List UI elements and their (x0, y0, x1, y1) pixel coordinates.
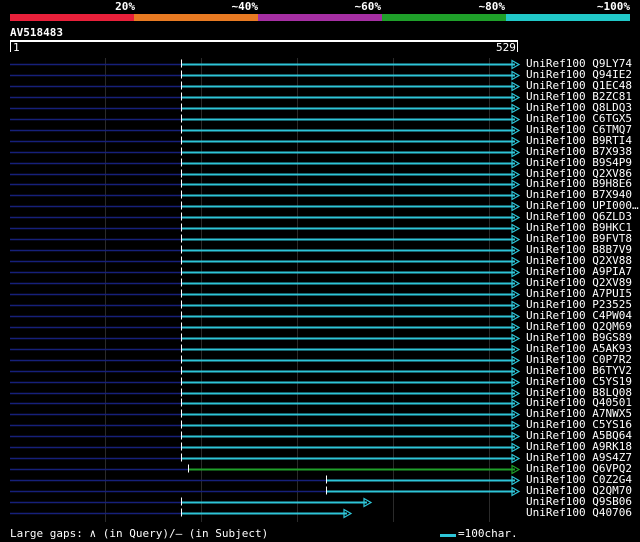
blast-graphic-overview: 20% ~40% ~60% ~80% ~100% AV518483 1 529 … (0, 0, 640, 542)
hit-bar[interactable] (181, 81, 521, 92)
hit-bar[interactable] (181, 497, 373, 508)
hit-bar[interactable] (181, 366, 521, 377)
hit-label-link[interactable]: UniRef100_UPI000… (526, 200, 640, 211)
hit-bar[interactable] (181, 398, 521, 409)
hit-label-link[interactable]: UniRef100_Q8LDQ3 (526, 102, 640, 113)
hit-label-link[interactable]: UniRef100_C4PW04 (526, 310, 640, 321)
hit-bar[interactable] (181, 311, 521, 322)
hit-bar[interactable] (181, 344, 521, 355)
hit-label-link[interactable]: UniRef100_C5YS16 (526, 419, 640, 430)
hit-bar[interactable] (188, 464, 521, 475)
hit-bar[interactable] (181, 508, 353, 519)
hit-label-link[interactable]: UniRef100_B7X940 (526, 189, 640, 200)
hit-bar[interactable] (181, 388, 521, 399)
hit-label-link[interactable]: UniRef100_A9PIA7 (526, 266, 640, 277)
hit-bar[interactable] (181, 70, 521, 81)
hit-bar[interactable] (181, 212, 521, 223)
hit-bar[interactable] (181, 92, 521, 103)
hit-label-link[interactable]: UniRef100_C0Z2G4 (526, 474, 640, 485)
hit-bar[interactable] (181, 59, 521, 70)
hit-bar[interactable] (181, 169, 521, 180)
hit-label-link[interactable]: UniRef100_B9S4P9 (526, 157, 640, 168)
hit-bar[interactable] (181, 377, 521, 388)
hit-label-link[interactable]: UniRef100_B7X938 (526, 146, 640, 157)
hit-bar[interactable] (181, 442, 521, 453)
hit-bar[interactable] (181, 114, 521, 125)
hit-label-link[interactable]: UniRef100_Q1EC48 (526, 80, 640, 91)
hit-label-link[interactable]: UniRef100_A5AK93 (526, 343, 640, 354)
hit-bar[interactable] (326, 475, 521, 486)
hit-label-link[interactable]: UniRef100_A9S4Z7 (526, 452, 640, 463)
hit-label-link[interactable]: UniRef100_B8B7V9 (526, 244, 640, 255)
hit-bar[interactable] (181, 453, 521, 464)
hit-bar[interactable] (181, 147, 521, 158)
hit-bar[interactable] (181, 179, 521, 190)
hit-label-link[interactable]: UniRef100_Q9LY74 (526, 58, 640, 69)
hit-bar[interactable] (181, 125, 521, 136)
hit-label-link[interactable]: UniRef100_Q6VPQ2 (526, 463, 640, 474)
hit-label-link[interactable]: UniRef100_C6TMQ7 (526, 124, 640, 135)
hit-bar[interactable] (181, 136, 521, 147)
hit-bar[interactable] (181, 300, 521, 311)
hit-label-link[interactable]: UniRef100_C6TGX5 (526, 113, 640, 124)
large-gaps-legend: Large gaps: ∧ (in Query)/— (in Subject) (10, 527, 269, 540)
hit-label-link[interactable]: UniRef100_B9H8E6 (526, 178, 640, 189)
hit-bar[interactable] (181, 431, 521, 442)
hit-bar[interactable] (181, 278, 521, 289)
hit-bar[interactable] (181, 333, 521, 344)
hit-label-link[interactable]: UniRef100_B6TYV2 (526, 365, 640, 376)
hit-bar[interactable] (181, 190, 521, 201)
hit-label-link[interactable]: UniRef100_Q2QM70 (526, 485, 640, 496)
hit-bar[interactable] (181, 223, 521, 234)
hit-bar[interactable] (326, 486, 521, 497)
hit-bar[interactable] (181, 245, 521, 256)
hit-label-link[interactable]: UniRef100_Q2XV88 (526, 255, 640, 266)
hit-label-link[interactable]: UniRef100_Q94IE2 (526, 69, 640, 80)
hit-label-link[interactable]: UniRef100_A7PUI5 (526, 288, 640, 299)
hit-label-link[interactable]: UniRef100_P23525 (526, 299, 640, 310)
scale-sample-bar (440, 534, 456, 537)
hit-bar[interactable] (181, 234, 521, 245)
hit-bar[interactable] (181, 201, 521, 212)
hit-label-link[interactable]: UniRef100_B2ZC81 (526, 91, 640, 102)
hit-label-link[interactable]: UniRef100_Q6ZLD3 (526, 211, 640, 222)
hit-bar[interactable] (181, 420, 521, 431)
hit-bar[interactable] (181, 289, 521, 300)
hit-label-link[interactable]: UniRef100_B9RTI4 (526, 135, 640, 146)
hit-label-link[interactable]: UniRef100_Q40501 (526, 397, 640, 408)
hit-bar[interactable] (181, 103, 521, 114)
hit-label-link[interactable]: UniRef100_Q9SB06 (526, 496, 640, 507)
hit-label-link[interactable]: UniRef100_A7NWX5 (526, 408, 640, 419)
hit-label-link[interactable]: UniRef100_Q2XV89 (526, 277, 640, 288)
hit-bar[interactable] (181, 409, 521, 420)
hit-label-link[interactable]: UniRef100_C5YS19 (526, 376, 640, 387)
hit-label-link[interactable]: UniRef100_A5BQ64 (526, 430, 640, 441)
hit-label-link[interactable]: UniRef100_A9RK18 (526, 441, 640, 452)
hit-label-link[interactable]: UniRef100_B9GS89 (526, 332, 640, 343)
hit-bar[interactable] (181, 322, 521, 333)
hit-label-link[interactable]: UniRef100_Q2QM69 (526, 321, 640, 332)
hit-label-link[interactable]: UniRef100_B9HKC1 (526, 222, 640, 233)
hit-bar[interactable] (181, 158, 521, 169)
hit-label-link[interactable]: UniRef100_B9FVT8 (526, 233, 640, 244)
hit-label-link[interactable]: UniRef100_Q40706 (526, 507, 640, 518)
hit-bar[interactable] (181, 267, 521, 278)
hit-label-link[interactable]: UniRef100_C0P7R2 (526, 354, 640, 365)
hit-bar[interactable] (181, 355, 521, 366)
hit-bar[interactable] (181, 256, 521, 267)
scale-label: =100char. (458, 527, 518, 540)
